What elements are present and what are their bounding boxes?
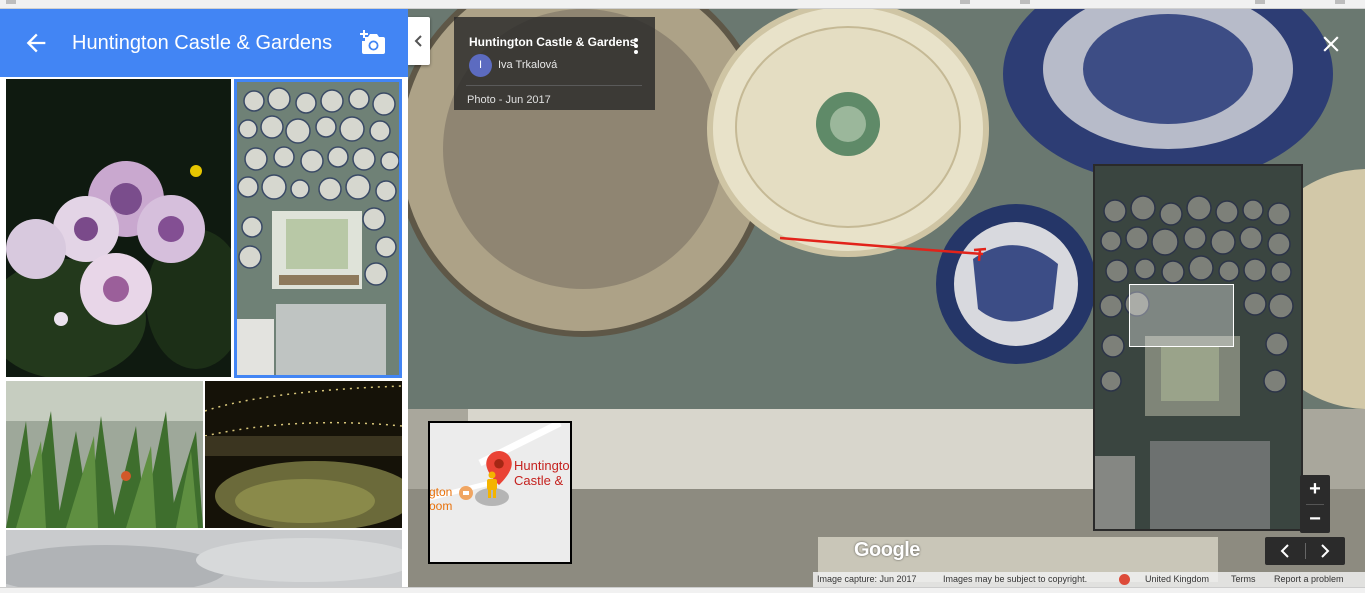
minimap-place-label-2: Castle & [514,473,564,488]
capture-date: Image capture: Jun 2017 [817,574,917,584]
photo-thumbnail-sky[interactable] [6,530,402,587]
author-avatar[interactable]: I [469,54,492,77]
google-watermark: Google [854,539,920,561]
chevron-left-icon [1280,544,1289,558]
photo-thumbnail-plants[interactable] [6,381,203,528]
nav-divider [1305,543,1306,559]
terms-link[interactable]: Terms [1231,574,1256,584]
photo-panel: Huntington Castle & Gardens [0,9,408,587]
copyright-notice: Images may be subject to copyright. [943,574,1088,584]
collapse-panel-button[interactable] [408,17,430,65]
panel-header: Huntington Castle & Gardens [0,9,408,77]
add-photo-icon [360,30,385,54]
chevron-left-icon [414,35,422,47]
chevron-right-icon [1321,544,1330,558]
photo-thumbnail-plates-selected[interactable] [234,79,402,378]
place-title: Huntington Castle & Gardens [72,32,333,54]
google-plus-icon[interactable] [1119,574,1130,585]
zoom-out-button[interactable]: − [1300,505,1330,533]
photo-viewer[interactable]: Huntington Castle & Gardens I Iva Trkalo… [408,9,1365,587]
more-vert-icon [634,38,638,54]
photo-navigation [1265,537,1345,565]
info-divider [466,85,642,86]
zoom-controls: + − [1300,475,1330,533]
photo-date: Photo - Jun 2017 [467,94,551,106]
back-button[interactable] [22,29,50,57]
browser-status-strip [0,587,1365,593]
minimap-cafe-label-1: gton [429,485,453,499]
viewport-indicator[interactable] [1129,284,1234,347]
photo-thumbnail-night[interactable] [205,381,402,528]
minimap-place-label-1: Huntington [514,458,572,473]
close-button[interactable] [1318,31,1344,57]
browser-top-strip [0,0,1365,9]
arrow-left-icon [26,33,46,53]
maps-photo-viewer: Huntington Castle & Gardens Huntington C… [0,0,1365,593]
attribution-bar: Image capture: Jun 2017 Images may be su… [813,572,1365,587]
report-problem-link[interactable]: Report a problem [1274,574,1344,584]
minimap-cafe-label-2: oom [429,499,453,513]
photo-thumbnail-flowers[interactable] [6,79,231,377]
author-name[interactable]: Iva Trkalová [498,59,557,71]
overview-thumbnail [1095,166,1301,529]
photo-info-card: Huntington Castle & Gardens I Iva Trkalo… [454,17,655,110]
more-options-button[interactable] [631,37,641,57]
pegman-icon[interactable] [485,471,499,499]
zoom-in-button[interactable]: + [1300,475,1330,503]
close-icon [1323,36,1339,52]
info-place-name[interactable]: Huntington Castle & Gardens [469,35,636,49]
previous-photo-button[interactable] [1265,537,1303,565]
photo-overview-map[interactable] [1093,164,1303,531]
region-label: United Kingdom [1145,574,1210,584]
add-photo-button[interactable] [356,27,388,59]
next-photo-button[interactable] [1307,537,1345,565]
minimap[interactable]: Huntington Castle & gton oom [428,421,572,564]
